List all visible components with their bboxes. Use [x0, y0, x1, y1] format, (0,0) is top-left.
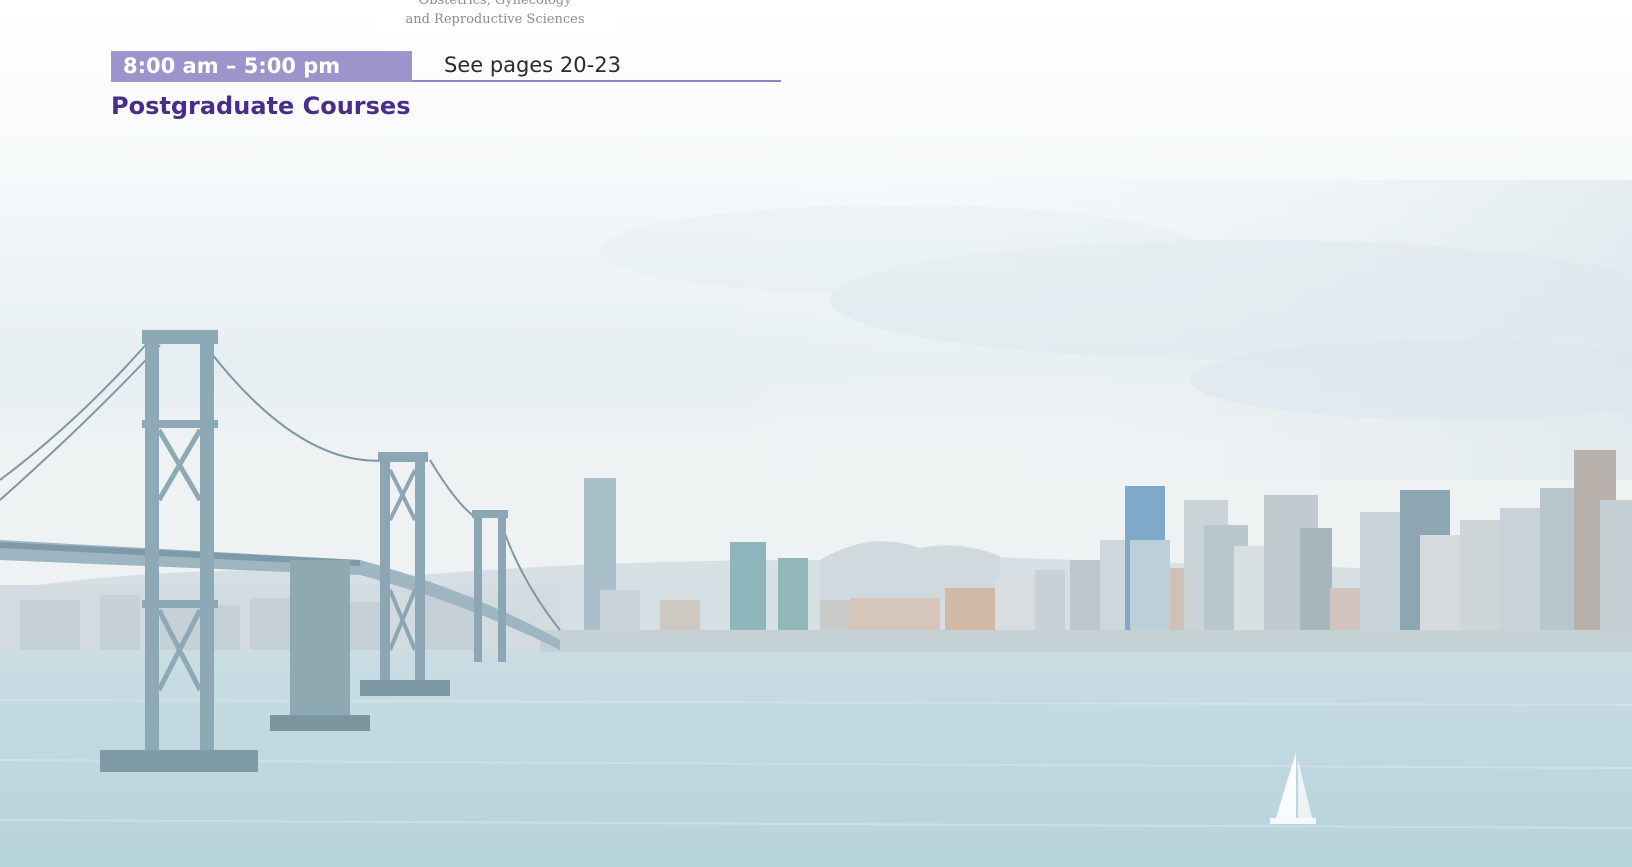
- logo-line-1: Obstetrics, Gynecology: [418, 0, 572, 8]
- pages-reference: See pages 20-23: [412, 51, 781, 82]
- schedule-header-row: 8:00 am – 5:00 pm See pages 20-23: [111, 51, 781, 82]
- institution-logo: Obstetrics, Gynecology and Reproductive …: [372, 0, 618, 32]
- section-title: Postgraduate Courses: [111, 92, 411, 120]
- logo-line-2: and Reproductive Sciences: [405, 12, 585, 27]
- background-bay-bridge-skyline: [0, 0, 1632, 867]
- time-range: 8:00 am – 5:00 pm: [111, 51, 412, 82]
